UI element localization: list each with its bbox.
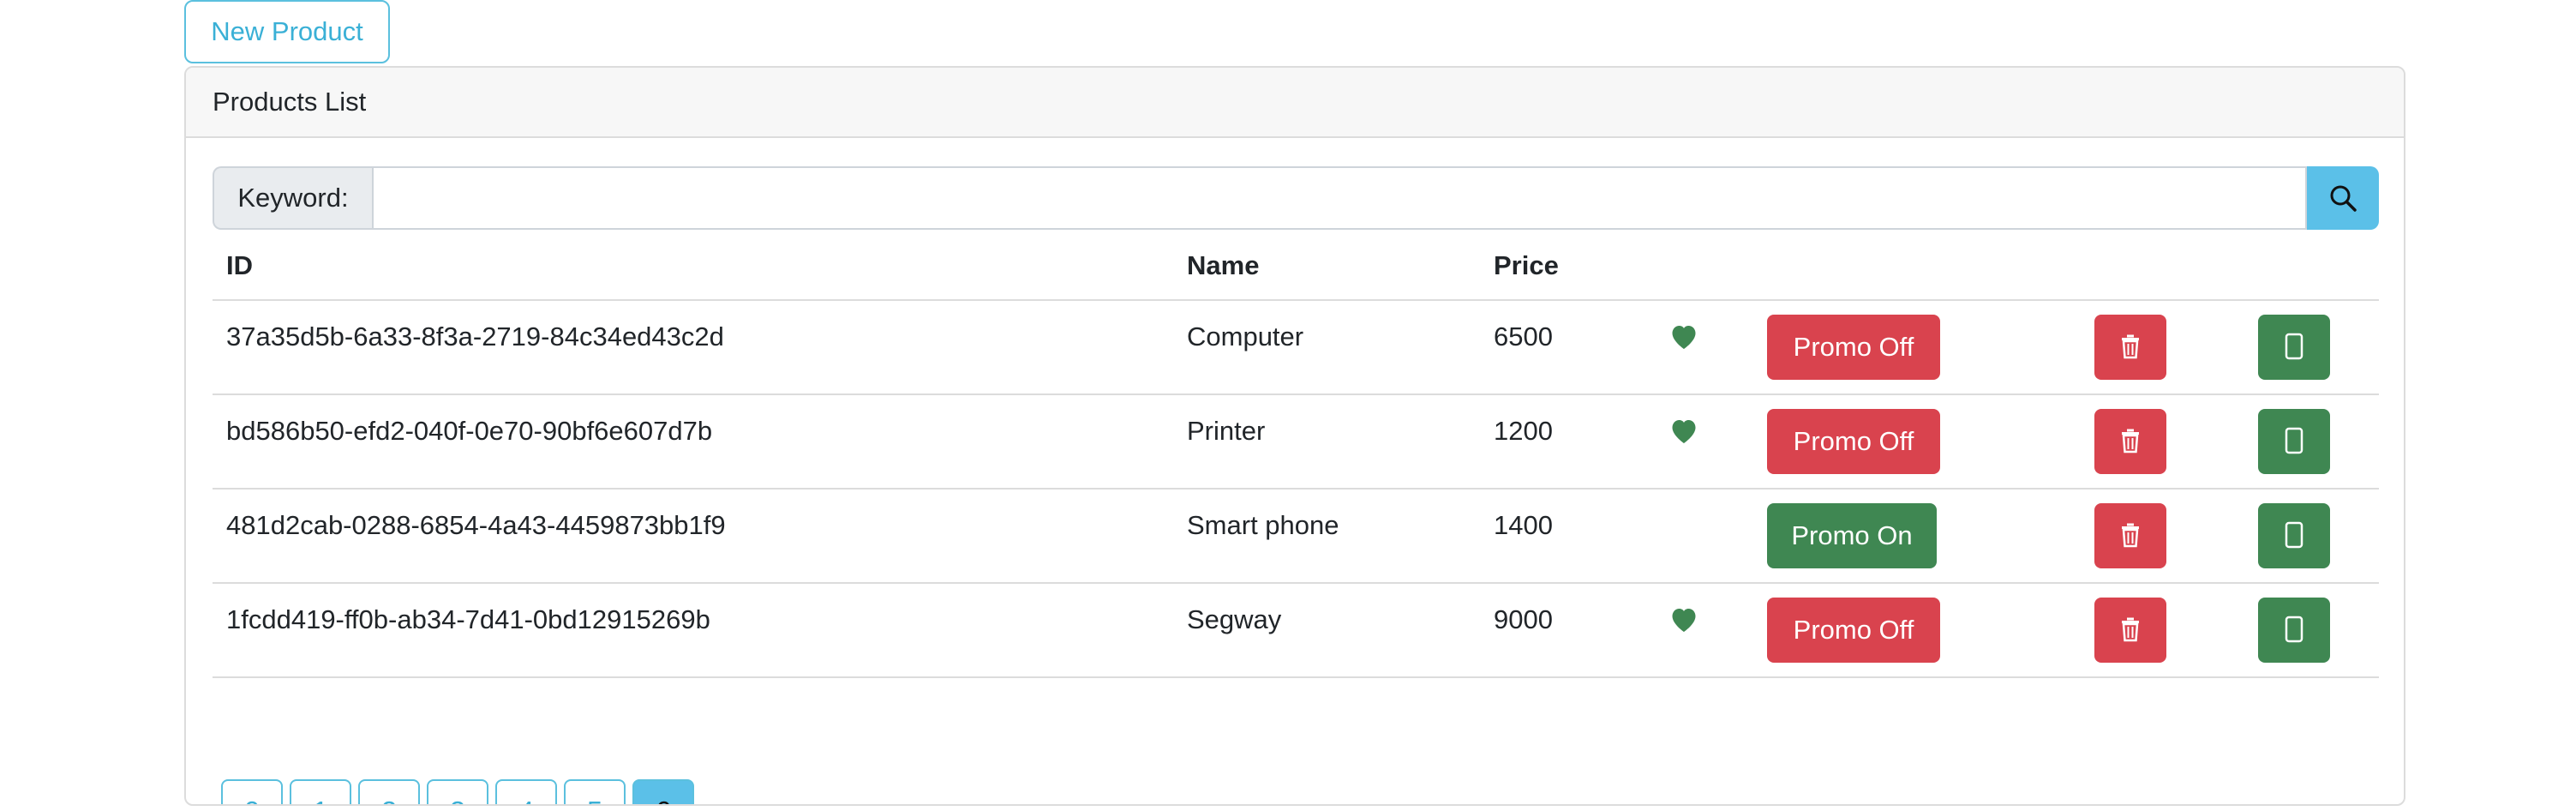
products-table: ID Name Price 37a35d5b-6a33-8f3a-2719-84… <box>213 230 2379 678</box>
promo-toggle-button[interactable]: Promo Off <box>1767 409 1940 474</box>
column-header-name: Name <box>1187 250 1260 280</box>
cell-id: 37a35d5b-6a33-8f3a-2719-84c34ed43c2d <box>226 321 724 351</box>
promo-toggle-button[interactable]: Promo Off <box>1767 598 1940 663</box>
cell-id: 1fcdd419-ff0b-ab34-7d41-0bd12915269b <box>226 604 710 634</box>
heart-icon <box>1668 321 1699 351</box>
search-icon <box>2330 185 2357 212</box>
table-body: 37a35d5b-6a33-8f3a-2719-84c34ed43c2d Comp… <box>213 301 2379 678</box>
search-bar: Keyword: <box>213 166 2379 230</box>
trash-icon <box>2119 428 2142 456</box>
page-button-6[interactable]: 6 <box>632 779 694 804</box>
new-product-button[interactable]: New Product <box>184 0 390 63</box>
promo-toggle-button[interactable]: Promo Off <box>1767 315 1940 380</box>
cell-name: Smart phone <box>1187 510 1339 540</box>
search-input[interactable] <box>372 166 2307 230</box>
edit-button[interactable] <box>2258 598 2330 663</box>
cell-price: 9000 <box>1494 604 1553 634</box>
cell-price: 1400 <box>1494 510 1553 540</box>
trash-icon <box>2119 616 2142 645</box>
search-button[interactable] <box>2307 166 2379 230</box>
page-button-1[interactable]: 1 <box>290 779 351 804</box>
promo-toggle-button[interactable]: Promo On <box>1767 503 1937 568</box>
page-button-0[interactable]: 0 <box>221 779 283 804</box>
edit-icon <box>2284 521 2304 551</box>
table-row: 1fcdd419-ff0b-ab34-7d41-0bd12915269b Segw… <box>213 584 2379 678</box>
heart-icon <box>1668 416 1699 445</box>
cell-name: Computer <box>1187 321 1304 351</box>
edit-icon <box>2284 333 2304 363</box>
column-header-price: Price <box>1494 250 1559 280</box>
heart-icon <box>1668 604 1699 634</box>
delete-button[interactable] <box>2094 598 2166 663</box>
keyword-label: Keyword: <box>213 166 372 230</box>
page-button-3[interactable]: 3 <box>427 779 488 804</box>
cell-name: Segway <box>1187 604 1282 634</box>
pagination: 0123456 <box>221 779 694 804</box>
page-button-5[interactable]: 5 <box>564 779 626 804</box>
cell-price: 6500 <box>1494 321 1553 351</box>
trash-icon <box>2119 522 2142 550</box>
delete-button[interactable] <box>2094 503 2166 568</box>
delete-button[interactable] <box>2094 409 2166 474</box>
card-title: Products List <box>213 87 367 117</box>
card-header: Products List <box>186 68 2404 138</box>
table-row: 37a35d5b-6a33-8f3a-2719-84c34ed43c2d Comp… <box>213 301 2379 395</box>
edit-icon <box>2284 616 2304 646</box>
products-card: Products List Keyword: ID Name Price 37a… <box>184 66 2405 806</box>
table-header-row: ID Name Price <box>213 230 2379 301</box>
edit-button[interactable] <box>2258 409 2330 474</box>
edit-button[interactable] <box>2258 315 2330 380</box>
cell-name: Printer <box>1187 416 1266 446</box>
cell-price: 1200 <box>1494 416 1553 446</box>
edit-icon <box>2284 427 2304 457</box>
page-button-2[interactable]: 2 <box>358 779 420 804</box>
edit-button[interactable] <box>2258 503 2330 568</box>
delete-button[interactable] <box>2094 315 2166 380</box>
column-header-id: ID <box>226 250 253 280</box>
table-row: bd586b50-efd2-040f-0e70-90bf6e607d7b Prin… <box>213 395 2379 490</box>
table-row: 481d2cab-0288-6854-4a43-4459873bb1f9 Smar… <box>213 490 2379 584</box>
cell-id: bd586b50-efd2-040f-0e70-90bf6e607d7b <box>226 416 713 446</box>
page-button-4[interactable]: 4 <box>495 779 557 804</box>
cell-id: 481d2cab-0288-6854-4a43-4459873bb1f9 <box>226 510 726 540</box>
trash-icon <box>2119 333 2142 362</box>
